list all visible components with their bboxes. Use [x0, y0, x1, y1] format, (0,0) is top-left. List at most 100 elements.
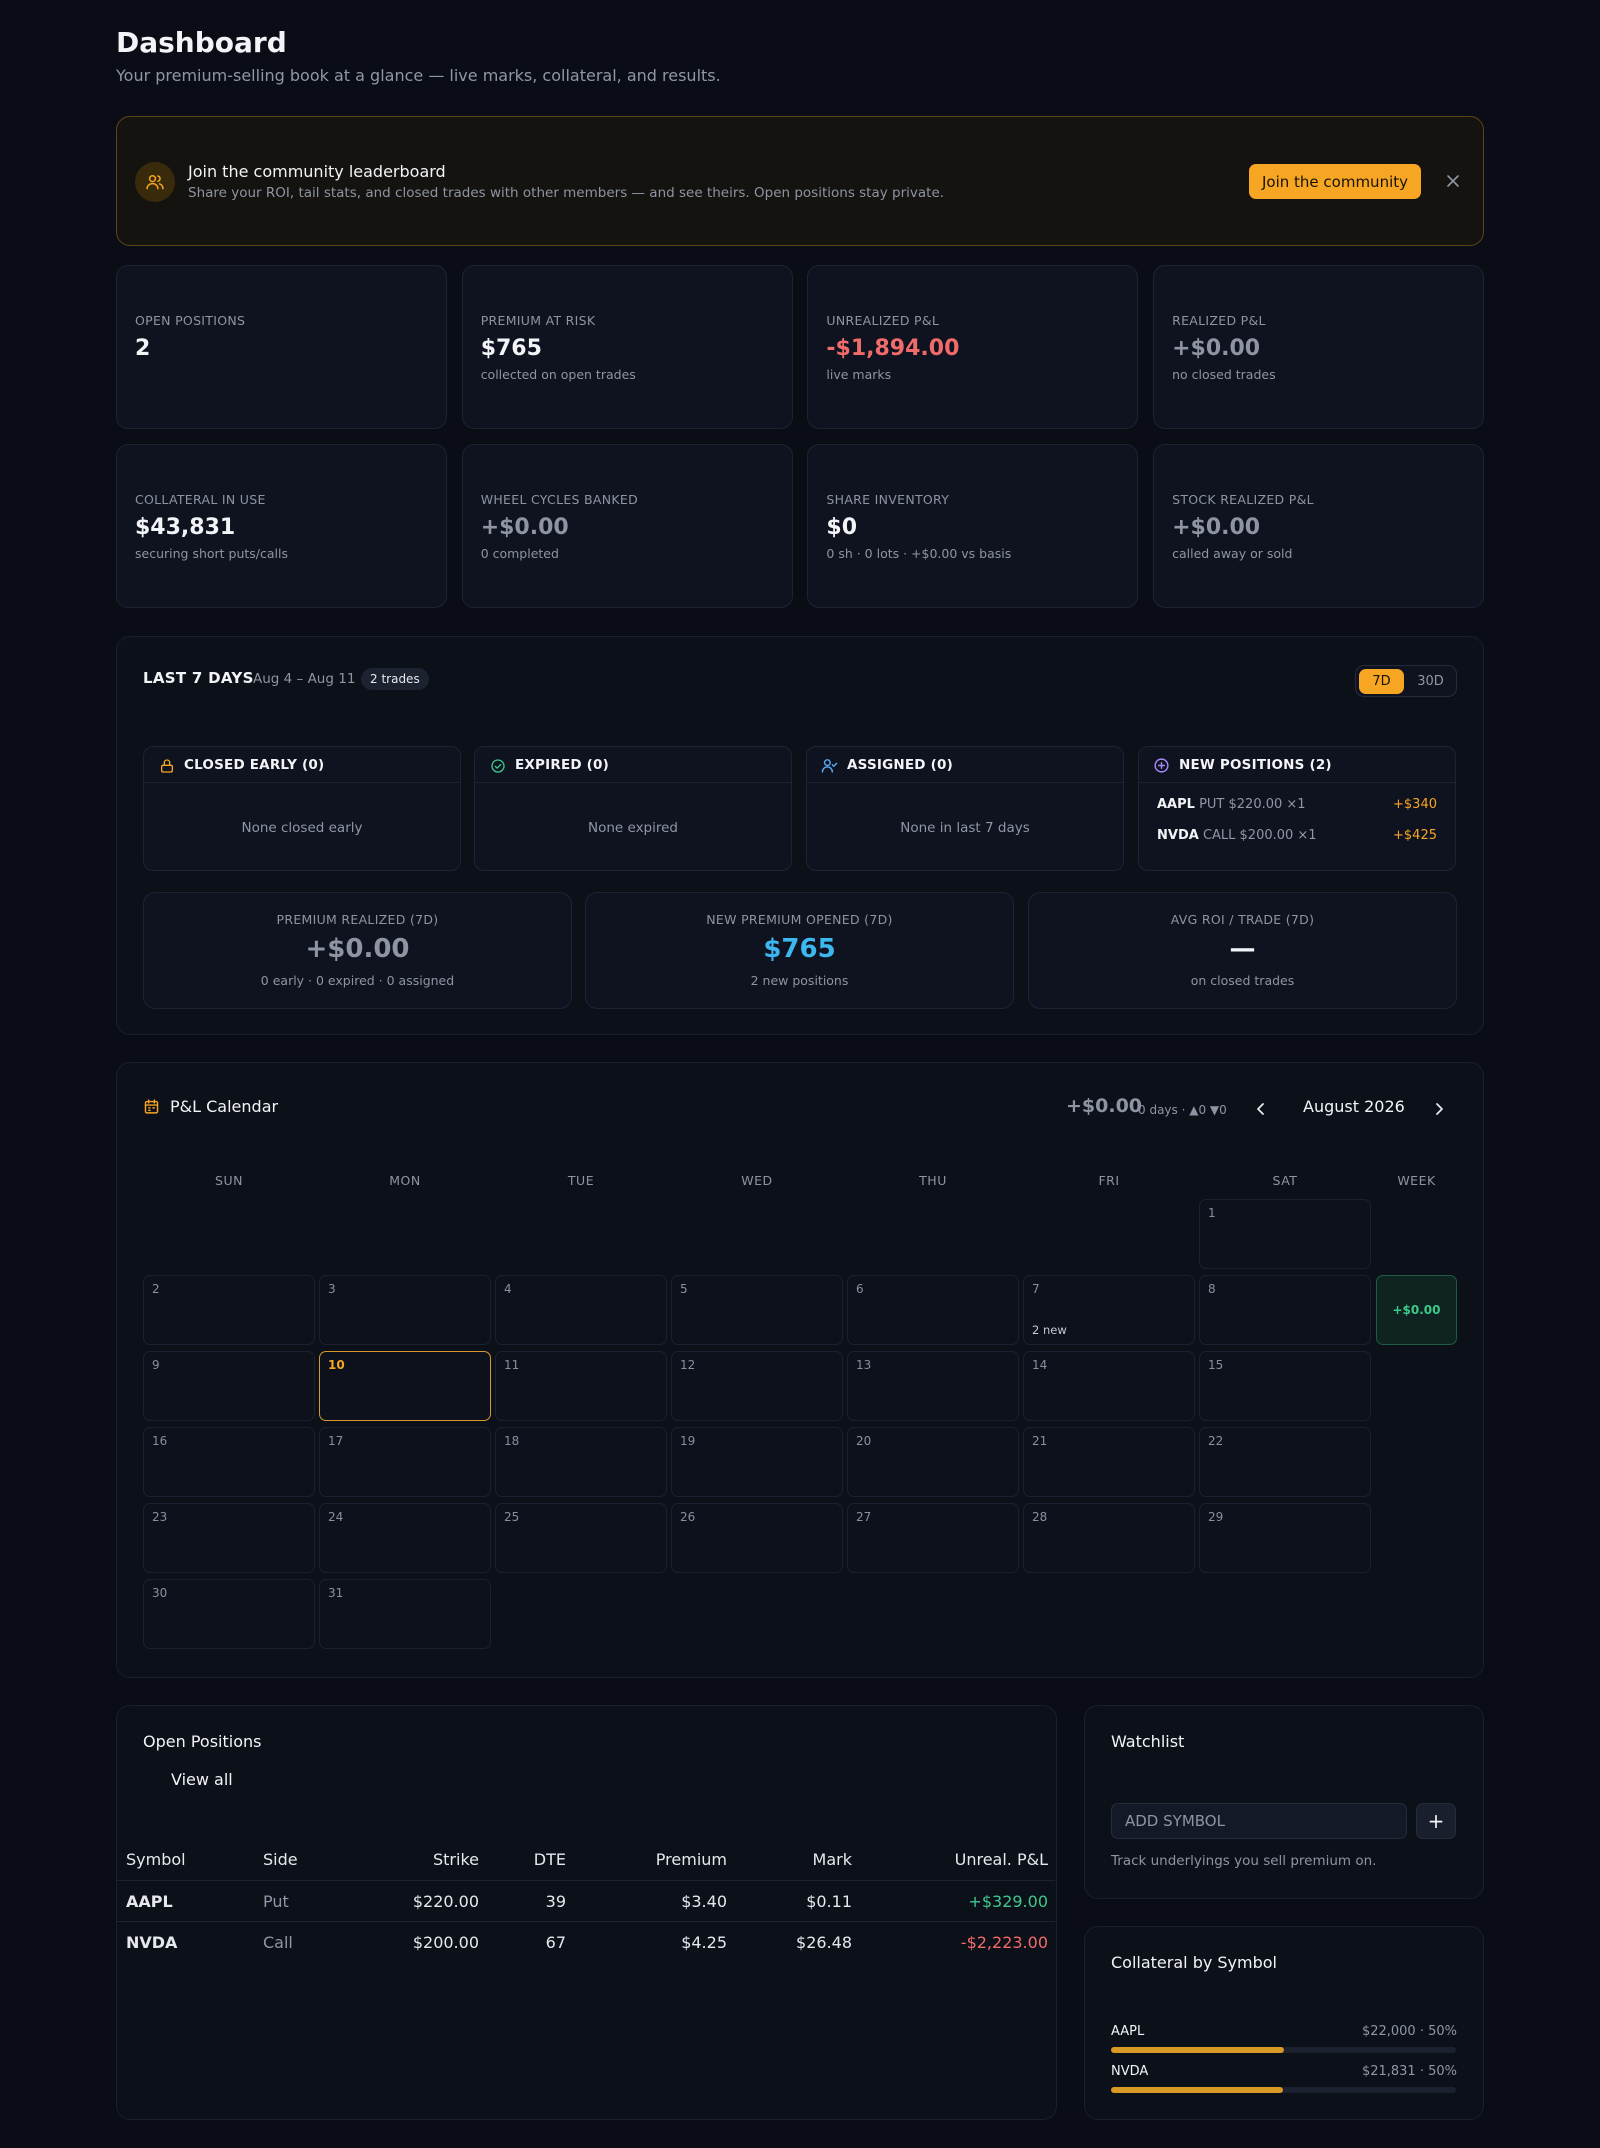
stat-label: UNREALIZED P&L — [826, 313, 940, 328]
calendar-day[interactable]: 19 — [671, 1427, 843, 1497]
calendar-day[interactable]: 4 — [495, 1275, 667, 1345]
calendar-day[interactable]: 26 — [671, 1503, 843, 1573]
trades-badge: 2 trades — [361, 668, 429, 690]
empty-text: None closed early — [241, 820, 363, 836]
stat-sub: securing short puts/calls — [135, 546, 289, 561]
calendar-day[interactable]: 24 — [319, 1503, 491, 1573]
calendar-day[interactable]: 16 — [143, 1427, 315, 1497]
day-number: 13 — [856, 1358, 872, 1372]
day-number: 19 — [680, 1434, 696, 1448]
day-number: 17 — [328, 1434, 344, 1448]
cell-symbol: NVDA — [126, 1933, 178, 1952]
day-note: 2 new — [1032, 1323, 1067, 1337]
calendar-icon — [143, 1098, 160, 1119]
add-symbol-input[interactable] — [1111, 1803, 1407, 1839]
weekday-header: MON — [389, 1173, 421, 1188]
day-number: 9 — [152, 1358, 160, 1372]
calendar-day[interactable]: 2 — [143, 1275, 315, 1345]
closed-early-card: CLOSED EARLY (0) None closed early — [143, 746, 461, 871]
collateral-bar-fill — [1111, 2087, 1283, 2093]
day-number: 7 — [1032, 1282, 1040, 1296]
stat-card: OPEN POSITIONS 2 — [116, 265, 447, 429]
calendar-day[interactable]: 18 — [495, 1427, 667, 1497]
summary-sub: on closed trades — [1190, 973, 1295, 988]
watchlist-panel: Watchlist + Track underlyings you sell p… — [1084, 1705, 1484, 1899]
card-title: NEW POSITIONS (2) — [1179, 757, 1332, 773]
calendar-day[interactable]: 27 — [847, 1503, 1019, 1573]
cell-pnl: +$329.00 — [968, 1892, 1048, 1911]
stat-value: 2 — [135, 336, 151, 361]
user-check-icon — [821, 757, 838, 774]
card-title: EXPIRED (0) — [515, 757, 610, 773]
chevron-right-icon[interactable] — [1431, 1101, 1447, 1117]
stat-sub: called away or sold — [1172, 546, 1293, 561]
add-symbol-button[interactable]: + — [1416, 1803, 1456, 1839]
day-number: 27 — [856, 1510, 872, 1524]
collateral-panel: Collateral by Symbol AAPL $22,000 · 50% NV… — [1084, 1926, 1484, 2120]
day-number: 10 — [328, 1358, 345, 1372]
calendar-day[interactable]: 10 — [319, 1351, 491, 1421]
calendar-day[interactable]: 5 — [671, 1275, 843, 1345]
new-position-row[interactable]: NVDA CALL $200.00 ×1 +$425 — [1157, 828, 1437, 843]
stat-card: REALIZED P&L +$0.00 no closed trades — [1153, 265, 1485, 429]
view-all-link[interactable]: View all — [171, 1770, 233, 1789]
stat-label: COLLATERAL IN USE — [135, 492, 266, 507]
calendar-day[interactable]: 30 — [143, 1579, 315, 1649]
banner-text: Share your ROI, tail stats, and closed t… — [188, 185, 945, 201]
calendar-day[interactable]: 8 — [1199, 1275, 1371, 1345]
new-position-row[interactable]: AAPL PUT $220.00 ×1 +$340 — [1157, 797, 1437, 812]
collateral-bar — [1111, 2087, 1456, 2093]
summary-label: PREMIUM REALIZED (7D) — [276, 912, 439, 927]
position-detail: PUT $220.00 ×1 — [1199, 797, 1306, 812]
stat-card: SHARE INVENTORY $0 0 sh · 0 lots · +$0.00 … — [807, 444, 1139, 608]
calendar-day[interactable]: 12 — [671, 1351, 843, 1421]
watchlist-help: Track underlyings you sell premium on. — [1111, 1853, 1377, 1869]
calendar-day[interactable]: 14 — [1023, 1351, 1195, 1421]
calendar-day[interactable]: 6 — [847, 1275, 1019, 1345]
calendar-day[interactable]: 11 — [495, 1351, 667, 1421]
card-header: CLOSED EARLY (0) — [144, 747, 460, 783]
stat-value: $43,831 — [135, 515, 236, 540]
stat-sub: live marks — [826, 367, 892, 382]
column-header[interactable]: Symbol — [126, 1850, 186, 1869]
position-premium: +$425 — [1393, 828, 1437, 843]
calendar-title: P&L Calendar — [170, 1097, 279, 1116]
cell-symbol: AAPL — [126, 1892, 173, 1911]
calendar-day[interactable]: 9 — [143, 1351, 315, 1421]
summary-sub: 2 new positions — [750, 973, 849, 988]
users-icon — [135, 162, 175, 202]
calendar-day[interactable]: 23 — [143, 1503, 315, 1573]
calendar-day[interactable]: 25 — [495, 1503, 667, 1573]
calendar-day[interactable]: 3 — [319, 1275, 491, 1345]
calendar-day[interactable]: 13 — [847, 1351, 1019, 1421]
join-community-button[interactable]: Join the community — [1249, 164, 1421, 199]
calendar-day[interactable]: 31 — [319, 1579, 491, 1649]
cell-mark: $0.11 — [806, 1892, 852, 1911]
month-total: +$0.00 — [1066, 1095, 1143, 1117]
calendar-day[interactable]: 28 — [1023, 1503, 1195, 1573]
column-header[interactable]: Mark — [652, 1850, 852, 1869]
close-icon[interactable] — [1443, 171, 1463, 191]
calendar-day[interactable]: 22 — [1199, 1427, 1371, 1497]
column-header[interactable]: Unreal. P&L — [848, 1850, 1048, 1869]
stat-label: REALIZED P&L — [1172, 313, 1266, 328]
calendar-day[interactable]: 17 — [319, 1427, 491, 1497]
toggle-7d[interactable]: 7D — [1359, 669, 1404, 694]
toggle-30d[interactable]: 30D — [1408, 669, 1453, 694]
stat-sub: no closed trades — [1172, 367, 1276, 382]
calendar-day[interactable]: 29 — [1199, 1503, 1371, 1573]
day-number: 5 — [680, 1282, 688, 1296]
weekday-header: SAT — [1272, 1173, 1298, 1188]
collateral-bar — [1111, 2047, 1456, 2053]
chevron-left-icon[interactable] — [1253, 1101, 1269, 1117]
weekday-header: WED — [741, 1173, 773, 1188]
calendar-day[interactable]: 15 — [1199, 1351, 1371, 1421]
calendar-day[interactable]: 21 — [1023, 1427, 1195, 1497]
calendar-day[interactable]: 7 2 new — [1023, 1275, 1195, 1345]
stat-value: +$0.00 — [1172, 515, 1261, 540]
day-number: 6 — [856, 1282, 864, 1296]
calendar-day[interactable]: 20 — [847, 1427, 1019, 1497]
community-banner: Join the community leaderboard Share you… — [116, 116, 1484, 246]
calendar-day[interactable]: 1 — [1199, 1199, 1371, 1269]
day-number: 28 — [1032, 1510, 1048, 1524]
